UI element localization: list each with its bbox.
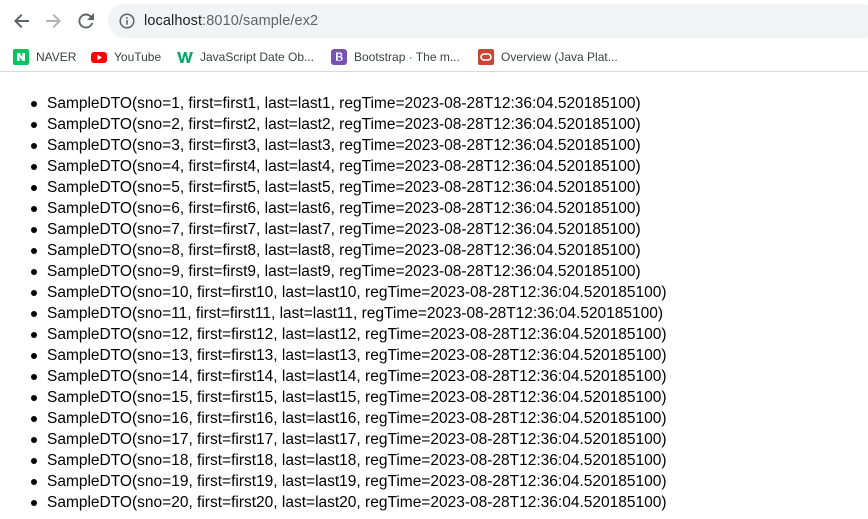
list-item: SampleDTO(sno=10, first=first10, last=la…	[29, 282, 667, 303]
info-icon[interactable]	[119, 13, 135, 29]
oracle-icon	[478, 49, 494, 65]
bookmark-label: YouTube	[114, 50, 162, 64]
list-item: SampleDTO(sno=7, first=first7, last=last…	[29, 219, 667, 240]
reload-icon[interactable]	[70, 5, 102, 37]
list-item: SampleDTO(sno=15, first=first15, last=la…	[29, 387, 667, 408]
list-item: SampleDTO(sno=3, first=first3, last=last…	[29, 135, 667, 156]
list-item: SampleDTO(sno=13, first=first13, last=la…	[29, 345, 667, 366]
list-item: SampleDTO(sno=14, first=first14, last=la…	[29, 366, 667, 387]
bookmark-label: JavaScript Date Ob...	[200, 50, 315, 64]
url-host: localhost	[144, 13, 203, 29]
url-text[interactable]: localhost:8010/sample/ex2	[144, 13, 318, 29]
list-item: SampleDTO(sno=8, first=first8, last=last…	[29, 240, 667, 261]
bookmark-bootstrap[interactable]: Bootstrap · The m...	[331, 48, 460, 66]
list-item: SampleDTO(sno=16, first=first16, last=la…	[29, 408, 667, 429]
bookmark-w3schools[interactable]: JavaScript Date Ob...	[177, 48, 314, 66]
address-bar[interactable]: localhost:8010/sample/ex2	[108, 4, 868, 38]
list-item: SampleDTO(sno=5, first=first5, last=last…	[29, 177, 667, 198]
bookmark-youtube[interactable]: YouTube	[91, 48, 161, 66]
list-item: SampleDTO(sno=18, first=first18, last=la…	[29, 450, 667, 471]
list-item: SampleDTO(sno=12, first=first12, last=la…	[29, 324, 667, 345]
bookmarks-bar: NAVER YouTube JavaScript Date Ob... Boot…	[0, 43, 868, 72]
bookmark-label: NAVER	[36, 50, 77, 64]
list-item: SampleDTO(sno=20, first=first20, last=la…	[29, 492, 667, 513]
bookmark-label: Bootstrap · The m...	[354, 50, 460, 64]
list-item: SampleDTO(sno=9, first=first9, last=last…	[29, 261, 667, 282]
back-arrow-icon[interactable]	[6, 5, 38, 37]
browser-toolbar: localhost:8010/sample/ex2	[0, 0, 868, 42]
sample-dto-list: SampleDTO(sno=1, first=first1, last=last…	[29, 93, 667, 513]
bookmark-oracle[interactable]: Overview (Java Plat...	[478, 48, 618, 66]
youtube-icon	[91, 49, 107, 65]
naver-icon	[13, 49, 29, 65]
list-item: SampleDTO(sno=19, first=first19, last=la…	[29, 471, 667, 492]
list-item: SampleDTO(sno=6, first=first6, last=last…	[29, 198, 667, 219]
forward-arrow-icon[interactable]	[37, 5, 69, 37]
list-item: SampleDTO(sno=2, first=first2, last=last…	[29, 114, 667, 135]
bookmark-label: Overview (Java Plat...	[501, 50, 618, 64]
list-item: SampleDTO(sno=17, first=first17, last=la…	[29, 429, 667, 450]
w3schools-icon	[177, 49, 193, 65]
url-path: :8010/sample/ex2	[202, 13, 319, 29]
list-item: SampleDTO(sno=1, first=first1, last=last…	[29, 93, 667, 114]
bookmark-naver[interactable]: NAVER	[13, 48, 76, 66]
list-item: SampleDTO(sno=11, first=first11, last=la…	[29, 303, 667, 324]
bootstrap-icon	[331, 49, 347, 65]
list-item: SampleDTO(sno=4, first=first4, last=last…	[29, 156, 667, 177]
